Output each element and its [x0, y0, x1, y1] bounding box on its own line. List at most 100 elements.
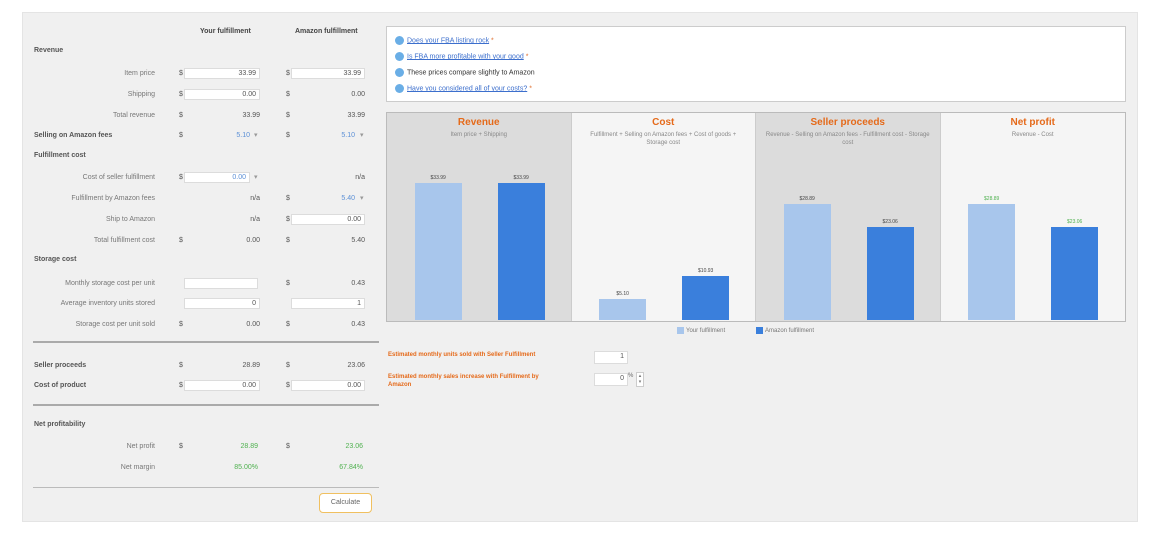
ship-to-amazon-your-value: n/a [250, 216, 260, 223]
question-link[interactable]: Is FBA more profitable with your good [407, 53, 524, 60]
currency-symbol: $ [286, 70, 290, 77]
chat-bubble-icon [395, 36, 404, 45]
section-net-profitability: Net profitability [34, 421, 86, 428]
legend-label: Amazon fulfillment [765, 328, 815, 335]
legend-item-amazon: Amazon fulfillment [756, 327, 814, 334]
chevron-down-icon[interactable]: ▾ [254, 173, 258, 181]
total-fulfillment-amazon-value: 5.40 [351, 237, 365, 244]
chart-bar [783, 203, 831, 320]
currency-symbol: $ [286, 382, 290, 389]
label-monthly-storage-cost: Monthly storage cost per unit [65, 280, 155, 287]
comparison-charts: Revenue Item price + Shipping $33.99 $33.99… [386, 112, 1126, 322]
net-margin-your-value: 85.00% [234, 464, 258, 471]
label-cost-of-product: Cost of product [34, 382, 87, 389]
item-price-your-input[interactable]: 33.99 [184, 68, 260, 79]
average-inventory-amazon-input[interactable]: 1 [291, 298, 365, 309]
label-average-inventory: Average inventory units stored [60, 300, 155, 307]
shipping-amazon-value: 0.00 [351, 91, 365, 98]
sales-increase-input[interactable]: 0 [594, 373, 628, 386]
currency-symbol: $ [286, 112, 290, 119]
chat-bubble-icon [395, 68, 404, 77]
storage-per-unit-amazon-value: 0.43 [351, 321, 365, 328]
currency-symbol: $ [286, 195, 290, 202]
currency-symbol: $ [286, 216, 290, 223]
currency-symbol: $ [179, 443, 183, 450]
monthly-storage-your-input[interactable] [184, 278, 258, 289]
seller-fulfillment-cost-input[interactable]: 0.00 [184, 172, 250, 183]
chart-panel: Cost Fulfillment + Selling on Amazon fees… [571, 113, 756, 321]
chart-data-label: $33.99 [430, 175, 446, 182]
section-storage: Storage cost [34, 256, 77, 263]
currency-symbol: $ [286, 91, 290, 98]
currency-symbol: $ [286, 362, 290, 369]
chat-bubble-icon [395, 84, 404, 93]
column-header-your: Your fulfillment [200, 28, 251, 35]
chevron-down-icon[interactable]: ▾ [254, 131, 258, 139]
section-divider [33, 404, 379, 406]
fba-fees-amazon-link[interactable]: 5.40 [291, 195, 355, 202]
label-shipping: Shipping [127, 91, 155, 98]
chevron-down-icon[interactable]: ▾ [360, 131, 364, 139]
question-link[interactable]: Have you considered all of your costs? [407, 85, 527, 92]
label-storage-cost-per-unit: Storage cost per unit sold [75, 321, 155, 328]
total-revenue-amazon-value: 33.99 [347, 112, 365, 119]
chart-bar [682, 275, 730, 320]
chevron-down-icon[interactable]: ▾ [360, 194, 364, 202]
units-estimate-input[interactable]: 1 [594, 351, 628, 364]
cost-of-product-amazon-input[interactable]: 0.00 [291, 380, 365, 391]
seller-fulfillment-amazon-value: n/a [355, 174, 365, 181]
label-net-margin: Net margin [120, 464, 155, 471]
question-item[interactable]: Have you considered all of your costs? * [395, 84, 532, 93]
column-header-amazon: Amazon fulfillment [295, 28, 358, 35]
chart-bar [866, 227, 914, 320]
chart-data-label: $28.89 [984, 195, 1000, 202]
chart-panel: Revenue Item price + Shipping $33.99 $33.99 [387, 113, 572, 321]
currency-symbol: $ [179, 91, 183, 98]
currency-symbol: $ [179, 362, 183, 369]
label-item-price: Item price [124, 70, 155, 77]
currency-symbol: $ [179, 112, 183, 119]
percent-label: % [628, 373, 634, 379]
calculate-button[interactable]: Calculate [319, 493, 372, 513]
questions-panel: Does your FBA listing rock * Is FBA more… [386, 26, 1126, 102]
chart-data-label: $10.93 [698, 267, 714, 274]
chart-panel: Net profit Revenue - Cost $28.89 $23.06 [940, 113, 1125, 321]
label-selling-fees: Selling on Amazon fees [34, 132, 113, 139]
fba-fees-your-value: n/a [250, 195, 260, 202]
star-icon: * [529, 85, 532, 93]
chat-bubble-icon [395, 52, 404, 61]
label-total-revenue: Total revenue [112, 112, 155, 119]
legend-label: Your fulfillment [686, 328, 726, 335]
total-fulfillment-your-value: 0.00 [246, 237, 260, 244]
seller-proceeds-amazon-value: 23.06 [347, 362, 365, 369]
currency-symbol: $ [179, 321, 183, 328]
stepper-arrows-icon[interactable]: ▴ ▾ [636, 372, 644, 387]
legend-item-your: Your fulfillment [677, 327, 725, 334]
currency-symbol: $ [286, 132, 290, 139]
chart-bar [497, 183, 545, 320]
item-price-amazon-input[interactable]: 33.99 [291, 68, 365, 79]
cost-of-product-your-input[interactable]: 0.00 [184, 380, 260, 391]
chart-title: Seller proceeds [810, 117, 885, 128]
chart-data-label: $23.06 [1067, 219, 1083, 226]
currency-symbol: $ [179, 132, 183, 139]
average-inventory-your-input[interactable]: 0 [184, 298, 260, 309]
section-revenue: Revenue [34, 47, 64, 54]
question-item[interactable]: Does your FBA listing rock * [395, 36, 494, 45]
chart-panel: Seller proceeds Revenue - Selling on Amaz… [756, 113, 941, 321]
star-icon: * [525, 53, 529, 61]
chart-subtitle: Item price + Shipping [450, 132, 508, 138]
label-cost-of-seller-fulfillment: Cost of seller fulfillment [82, 174, 155, 181]
question-link[interactable]: Does your FBA listing rock [407, 37, 489, 44]
shipping-your-input[interactable]: 0.00 [184, 89, 260, 100]
question-item: These prices compare slightly to Amazon [395, 68, 535, 77]
selling-fees-amazon-link[interactable]: 5.10 [291, 132, 355, 139]
currency-symbol: $ [286, 321, 290, 328]
question-item[interactable]: Is FBA more profitable with your good * [395, 52, 528, 61]
sales-increase-label: Estimated monthly sales increase with Fu… [388, 374, 539, 388]
chart-subtitle: Revenue - Selling on Amazon fees - Fulfi… [765, 132, 930, 146]
selling-fees-your-link[interactable]: 5.10 [184, 132, 250, 139]
footer-divider [33, 487, 379, 488]
ship-to-amazon-input[interactable]: 0.00 [291, 214, 365, 225]
monthly-storage-amazon-value: 0.43 [351, 280, 365, 287]
